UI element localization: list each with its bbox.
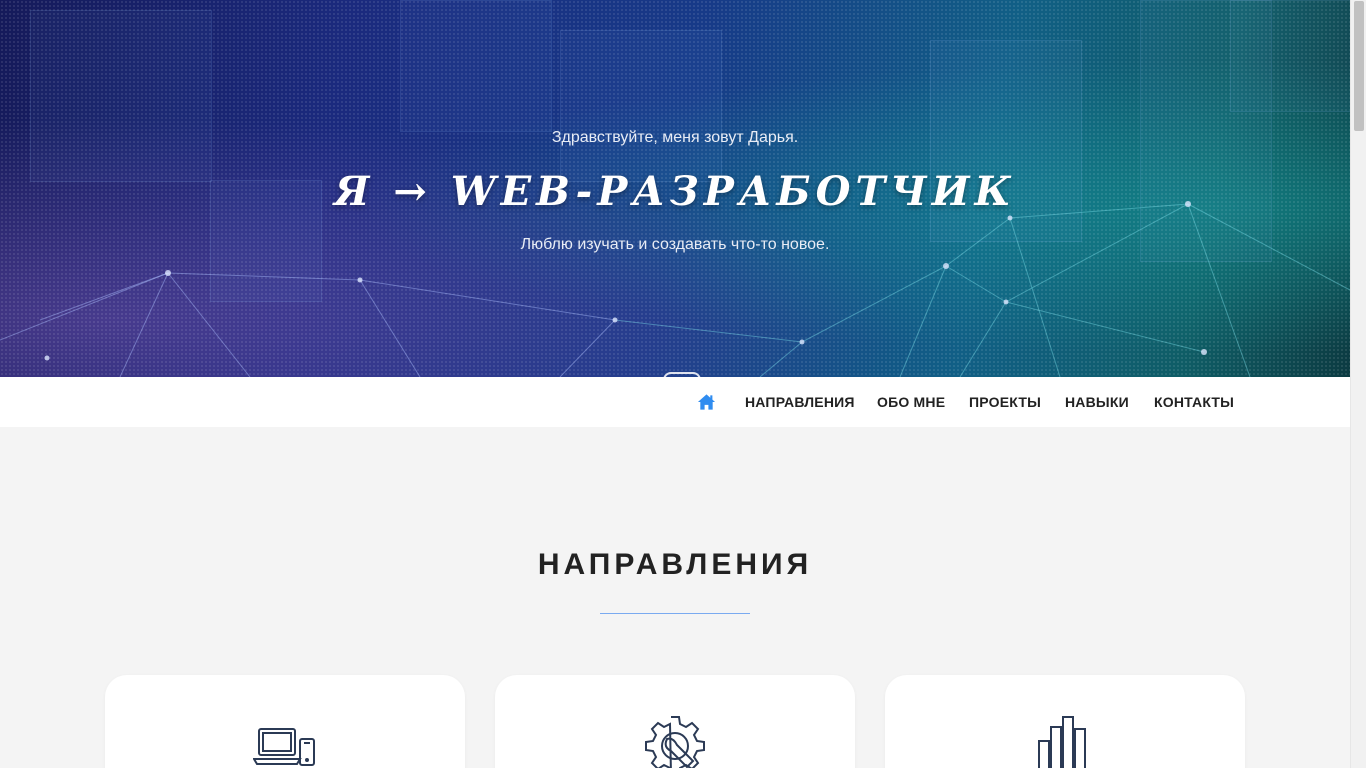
page-scrollbar[interactable] — [1350, 0, 1366, 768]
nav-item-directions[interactable]: НАПРАВЛЕНИЯ — [745, 394, 855, 410]
nav-item-skills[interactable]: НАВЫКИ — [1065, 394, 1129, 410]
settings-wrench-icon — [645, 716, 705, 768]
scrollbar-thumb[interactable] — [1354, 1, 1364, 131]
main-navbar: НАПРАВЛЕНИЯ ОБО МНЕ ПРОЕКТЫ НАВЫКИ КОНТА… — [0, 377, 1350, 427]
nav-item-projects[interactable]: ПРОЕКТЫ — [969, 394, 1041, 410]
page: Здравствуйте, меня зовут Дарья. Я → WEB-… — [0, 0, 1350, 768]
direction-card-analytics[interactable] — [885, 675, 1245, 768]
hero-greeting: Здравствуйте, меня зовут Дарья. — [551, 129, 799, 146]
direction-card-web[interactable] — [105, 675, 465, 768]
devices-icon — [253, 728, 315, 766]
direction-card-backend[interactable] — [495, 675, 855, 768]
nav-item-contacts[interactable]: КОНТАКТЫ — [1154, 394, 1234, 410]
hero-title: Я → WEB-РАЗРАБОТЧИК — [334, 168, 1016, 215]
hero-subtitle: Люблю изучать и создавать что-то новое. — [520, 236, 830, 253]
home-icon[interactable] — [697, 393, 716, 411]
bar-chart-icon — [1038, 716, 1086, 768]
section-title: НАПРАВЛЕНИЯ — [537, 548, 813, 581]
hero-banner: Здравствуйте, меня зовут Дарья. Я → WEB-… — [0, 0, 1350, 377]
nav-item-about[interactable]: ОБО МНЕ — [877, 394, 945, 410]
section-divider — [600, 613, 750, 614]
